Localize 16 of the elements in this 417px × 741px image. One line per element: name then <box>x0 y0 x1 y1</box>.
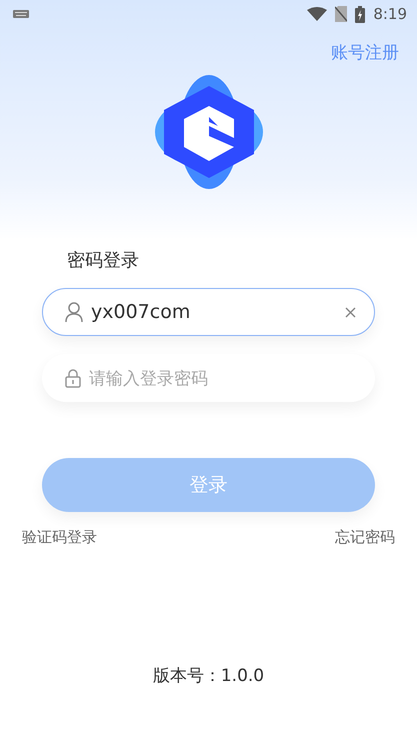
status-time: 8:19 <box>373 5 407 23</box>
no-sim-icon <box>335 6 348 22</box>
text-link[interactable]: 验证码登录 <box>22 528 97 547</box>
battery-icon <box>355 6 366 22</box>
lock-icon <box>65 368 81 388</box>
clear-icon[interactable] <box>345 306 356 318</box>
form-title: 密码登录 <box>67 249 140 272</box>
version-text: 版本号：1.0.0 <box>152 665 266 687</box>
username-field[interactable]: yx007com <box>42 288 375 336</box>
wifi-icon <box>307 7 328 21</box>
password-input[interactable]: 请输入登录密码 <box>89 367 356 389</box>
password-field[interactable]: 请输入登录密码 <box>42 354 375 402</box>
username-input[interactable]: yx007com <box>91 301 337 323</box>
user-icon <box>65 302 83 322</box>
keyboard-icon <box>13 10 29 18</box>
text-link[interactable]: 忘记密码 <box>335 528 395 547</box>
